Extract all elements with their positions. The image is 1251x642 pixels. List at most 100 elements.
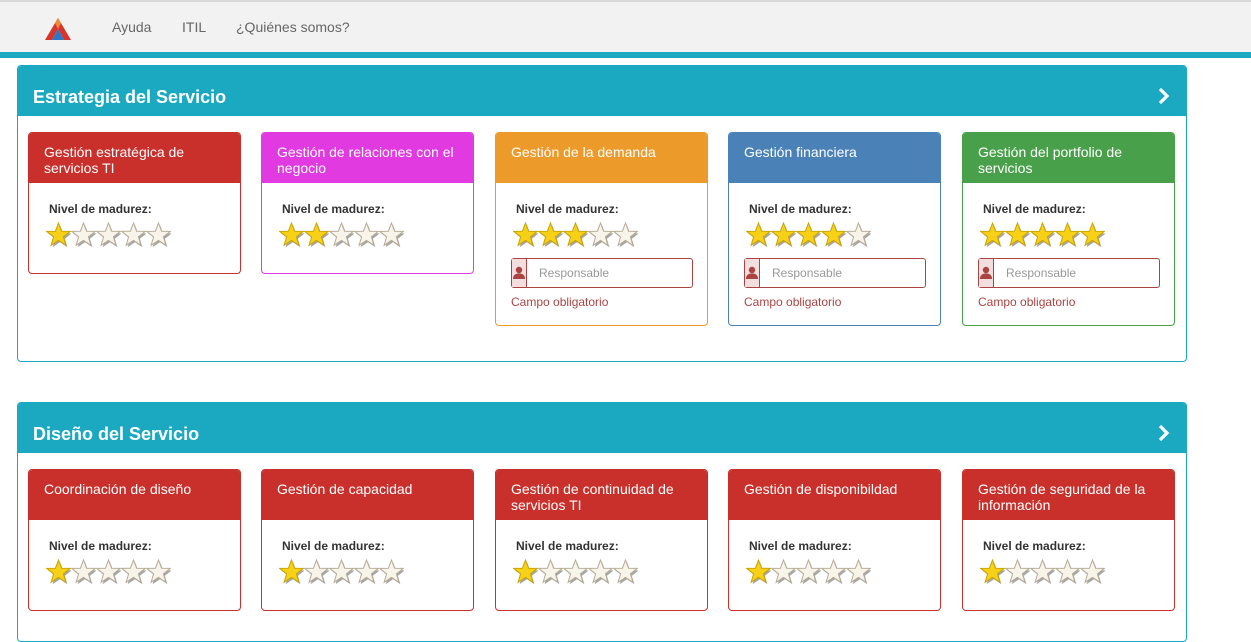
star-empty-icon[interactable] [613, 559, 638, 585]
process-card[interactable]: Gestión de relaciones con el negocio Nive… [261, 132, 474, 274]
star-empty-icon[interactable] [304, 559, 329, 585]
process-card[interactable]: Coordinación de diseño Nivel de madurez: [28, 469, 241, 611]
star-empty-icon[interactable] [588, 559, 613, 585]
star-empty-icon[interactable] [563, 559, 588, 585]
star-empty-icon[interactable] [379, 222, 404, 248]
star-empty-icon[interactable] [146, 559, 171, 585]
maturity-rating[interactable] [46, 559, 171, 587]
maturity-rating[interactable] [279, 559, 404, 587]
nav-link-quienes-somos[interactable]: ¿Quiénes somos? [236, 19, 350, 35]
star-filled-icon[interactable] [46, 559, 71, 585]
star-filled-icon[interactable] [746, 222, 771, 248]
card-title[interactable]: Gestión del portfolio de servicios [963, 133, 1174, 183]
star-filled-icon[interactable] [563, 222, 588, 248]
maturity-rating[interactable] [513, 559, 638, 587]
process-card[interactable]: Gestión del portfolio de servicios Nivel … [962, 132, 1175, 326]
star-filled-icon[interactable] [538, 222, 563, 248]
star-empty-icon[interactable] [379, 559, 404, 585]
star-filled-icon[interactable] [46, 222, 71, 248]
star-filled-icon[interactable] [796, 222, 821, 248]
card-title[interactable]: Gestión de la demanda [496, 133, 707, 183]
star-empty-icon[interactable] [821, 559, 846, 585]
responsable-input[interactable] [760, 259, 929, 287]
star-filled-icon[interactable] [1080, 222, 1105, 248]
star-filled-icon[interactable] [1055, 222, 1080, 248]
maturity-rating[interactable] [746, 222, 871, 250]
star-empty-icon[interactable] [588, 222, 613, 248]
star-empty-icon[interactable] [71, 222, 96, 248]
process-card[interactable]: Gestión de capacidad Nivel de madurez: [261, 469, 474, 611]
star-empty-icon[interactable] [796, 559, 821, 585]
maturity-label: Nivel de madurez: [516, 539, 619, 553]
maturity-rating[interactable] [980, 559, 1105, 587]
user-icon [979, 259, 994, 287]
star-empty-icon[interactable] [1005, 559, 1030, 585]
star-filled-icon[interactable] [771, 222, 796, 248]
process-card[interactable]: Gestión de la demanda Nivel de madurez: Ca… [495, 132, 708, 326]
star-filled-icon[interactable] [513, 222, 538, 248]
star-empty-icon[interactable] [71, 559, 96, 585]
process-card[interactable]: Gestión financiera Nivel de madurez: Campo… [728, 132, 941, 326]
top-navbar: Ayuda ITIL ¿Quiénes somos? [0, 0, 1251, 52]
process-card[interactable]: Gestión de continuidad de servicios TI Ni… [495, 469, 708, 611]
section-estrategia: Estrategia del Servicio Gestión estratég… [17, 65, 1187, 362]
process-card[interactable]: Gestión estratégica de servicios TI Nivel… [28, 132, 241, 274]
star-empty-icon[interactable] [1055, 559, 1080, 585]
star-empty-icon[interactable] [354, 559, 379, 585]
maturity-rating[interactable] [46, 222, 171, 250]
star-filled-icon[interactable] [1005, 222, 1030, 248]
chevron-right-icon[interactable] [1156, 88, 1172, 104]
star-empty-icon[interactable] [329, 222, 354, 248]
card-title[interactable]: Gestión financiera [729, 133, 940, 183]
star-filled-icon[interactable] [1030, 222, 1055, 248]
responsable-input[interactable] [994, 259, 1163, 287]
star-empty-icon[interactable] [1080, 559, 1105, 585]
maturity-label: Nivel de madurez: [49, 539, 152, 553]
star-empty-icon[interactable] [846, 222, 871, 248]
maturity-label: Nivel de madurez: [749, 202, 852, 216]
star-empty-icon[interactable] [121, 222, 146, 248]
chevron-right-icon[interactable] [1156, 425, 1172, 441]
star-empty-icon[interactable] [354, 222, 379, 248]
responsable-input[interactable] [527, 259, 696, 287]
star-empty-icon[interactable] [96, 222, 121, 248]
star-filled-icon[interactable] [980, 222, 1005, 248]
star-empty-icon[interactable] [96, 559, 121, 585]
card-title[interactable]: Gestión de capacidad [262, 470, 473, 520]
maturity-label: Nivel de madurez: [516, 202, 619, 216]
section-header[interactable]: Estrategia del Servicio [18, 66, 1186, 116]
star-filled-icon[interactable] [304, 222, 329, 248]
star-empty-icon[interactable] [613, 222, 638, 248]
card-title[interactable]: Gestión de seguridad de la información [963, 470, 1174, 520]
card-title[interactable]: Gestión de disponibildad [729, 470, 940, 520]
card-title[interactable]: Coordinación de diseño [29, 470, 240, 520]
maturity-rating[interactable] [279, 222, 404, 250]
nav-link-itil[interactable]: ITIL [182, 19, 206, 35]
nav-link-ayuda[interactable]: Ayuda [112, 19, 151, 35]
star-filled-icon[interactable] [821, 222, 846, 248]
star-empty-icon[interactable] [538, 559, 563, 585]
card-title[interactable]: Gestión de continuidad de servicios TI [496, 470, 707, 520]
star-filled-icon[interactable] [980, 559, 1005, 585]
maturity-rating[interactable] [980, 222, 1105, 250]
section-diseno: Diseño del Servicio Coordinación de dise… [17, 402, 1187, 642]
star-empty-icon[interactable] [771, 559, 796, 585]
maturity-rating[interactable] [513, 222, 638, 250]
process-card[interactable]: Gestión de disponibildad Nivel de madurez… [728, 469, 941, 611]
star-empty-icon[interactable] [146, 222, 171, 248]
process-card[interactable]: Gestión de seguridad de la información Ni… [962, 469, 1175, 611]
card-title[interactable]: Gestión de relaciones con el negocio [262, 133, 473, 183]
star-filled-icon[interactable] [279, 222, 304, 248]
star-filled-icon[interactable] [746, 559, 771, 585]
star-empty-icon[interactable] [121, 559, 146, 585]
navbar-accent-bar [0, 52, 1251, 58]
star-empty-icon[interactable] [329, 559, 354, 585]
star-filled-icon[interactable] [513, 559, 538, 585]
star-filled-icon[interactable] [279, 559, 304, 585]
brand-logo-icon[interactable] [44, 17, 72, 41]
star-empty-icon[interactable] [1030, 559, 1055, 585]
card-title[interactable]: Gestión estratégica de servicios TI [29, 133, 240, 183]
star-empty-icon[interactable] [846, 559, 871, 585]
maturity-rating[interactable] [746, 559, 871, 587]
section-header[interactable]: Diseño del Servicio [18, 403, 1186, 453]
